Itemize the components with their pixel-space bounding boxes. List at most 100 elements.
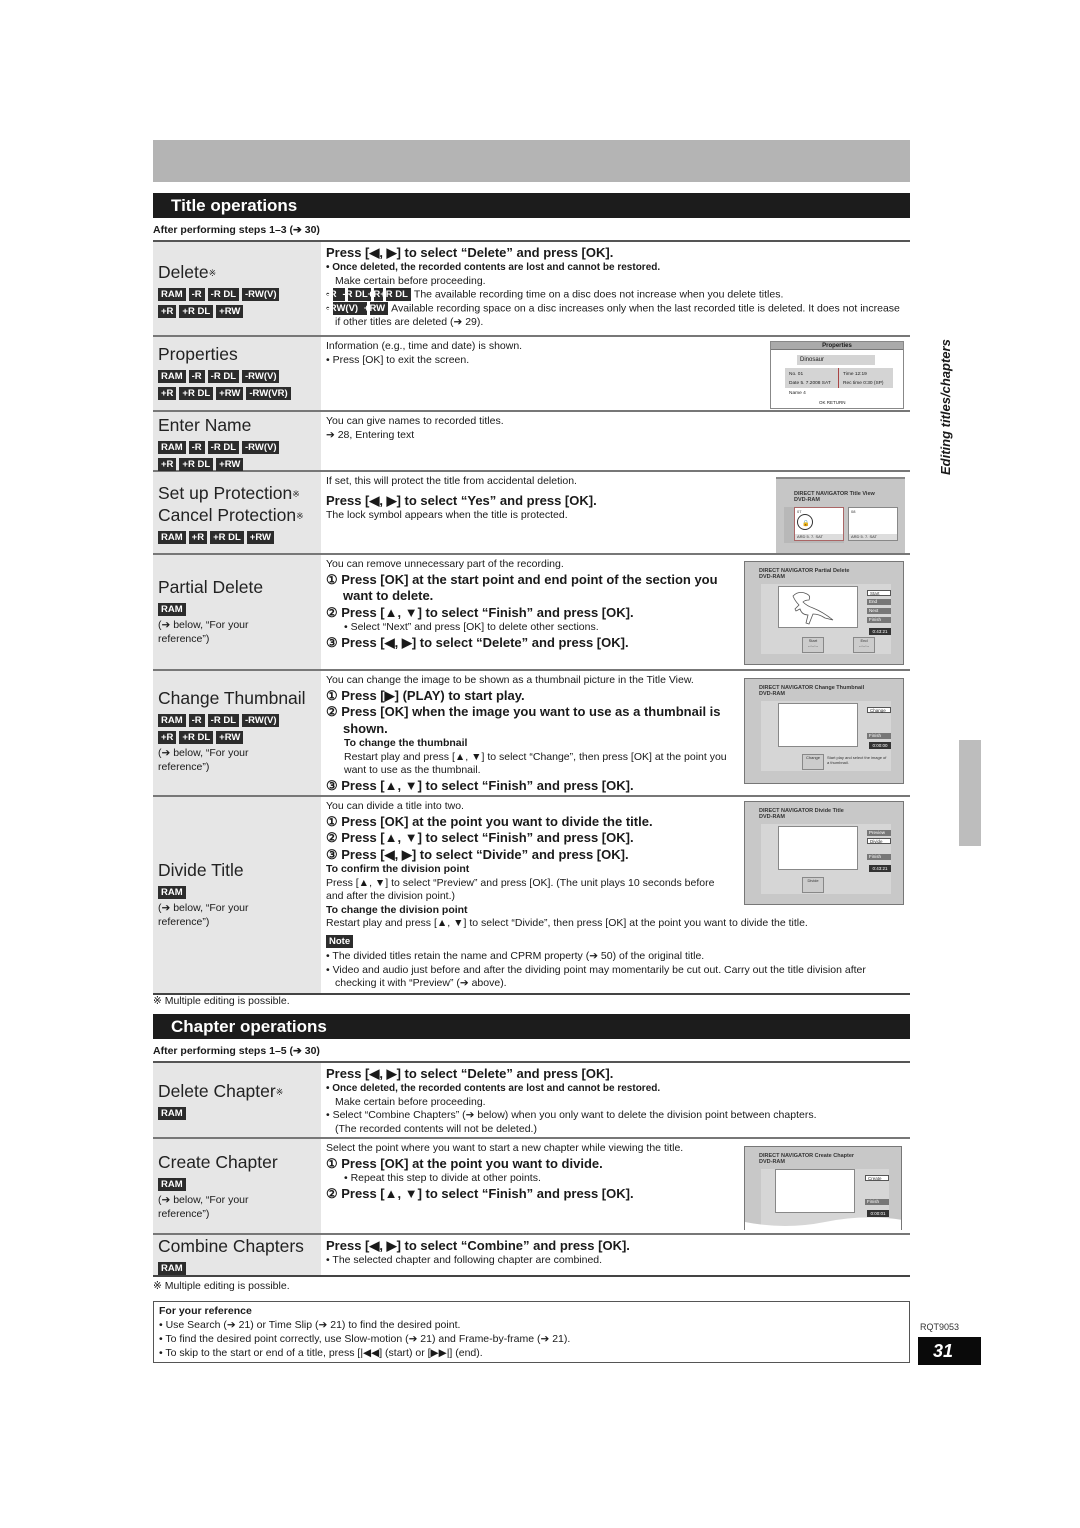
badge: +R <box>158 305 177 319</box>
warning-subtext: Make certain before proceeding. <box>335 274 486 287</box>
badge: -RW(V) <box>242 370 280 384</box>
badge: +R DL <box>179 458 214 472</box>
badge: RAM <box>158 1107 186 1121</box>
row-delete-chapter: Delete Chapter※ RAM Press [◀, ▶] to sele… <box>153 1063 910 1139</box>
combine-chapters-note: • Select “Combine Chapters” (➔ below) wh… <box>326 1109 817 1121</box>
partial-delete-intro: You can remove unnecessary part of the r… <box>326 558 564 570</box>
badge: RAM <box>158 288 186 302</box>
properties-screen-illustration: Properties Dinosaur No. 01 Date 5. 7.2008… <box>770 341 904 409</box>
divide-title-screen-illustration: DIRECT NAVIGATOR Divide Title DVD-RAM Pre… <box>744 801 904 905</box>
badge: -R DL <box>207 288 239 302</box>
screen-hint: Start play and select the image of a thu… <box>827 755 887 765</box>
video-frame <box>778 826 858 870</box>
lock-icon: 🔒 <box>802 521 810 527</box>
disc-badges: RAM <box>158 1176 317 1193</box>
badge: RAM <box>158 603 186 617</box>
op-title-divide-title: Divide Title <box>158 860 244 880</box>
reference-item: • To find the desired point correctly, u… <box>159 1333 571 1345</box>
video-frame <box>778 586 858 628</box>
dinosaur-image <box>792 592 834 625</box>
op-title-cancel-protection: Cancel Protection※ <box>158 505 304 525</box>
badge: -RW(V) <box>242 288 280 302</box>
step-instruction: Press [◀, ▶] to select “Delete” and pres… <box>326 1066 614 1081</box>
reference-link[interactable]: (➔ below, “For your reference”) <box>158 619 268 646</box>
screen-header: DIRECT NAVIGATOR Change Thumbnail DVD-RAM <box>759 685 865 697</box>
badge: -R <box>188 288 205 302</box>
badge: -R <box>188 370 205 384</box>
header-band <box>153 140 910 182</box>
row-delete: Delete※ RAM -R -R DL -RW(V) +R +R DL +RW Pres… <box>153 242 910 337</box>
badge: RAM <box>158 370 186 384</box>
warning-subtext: Make certain before proceeding. <box>335 1095 486 1108</box>
badge: +RW <box>246 531 274 545</box>
badge: RAM <box>158 1178 186 1192</box>
subhead-change-division: To change the division point <box>326 903 468 916</box>
badge: +R <box>158 458 177 472</box>
step-instruction: Press [◀, ▶] to select “Delete” and pres… <box>326 245 614 260</box>
screen-header: DIRECT NAVIGATOR Partial Delete DVD-RAM <box>759 568 850 580</box>
after-steps-note: After performing steps 1–5 (➔ 30) <box>153 1045 320 1057</box>
thumbnail-2: 08 ARD 5. 7. SAT <box>848 507 898 541</box>
op-title-create-chapter: Create Chapter <box>158 1152 278 1172</box>
disc-badges: RAM -R -R DL -RW(V) +R +R DL +RW <box>158 712 317 746</box>
step-1: ① Press [OK] at the start point and end … <box>326 571 718 604</box>
disc-badges: RAM -R -R DL -RW(V) +R +R DL +RW <box>158 286 317 320</box>
screen-header: DIRECT NAVIGATOR Create Chapter DVD-RAM <box>759 1153 855 1165</box>
screen-header: DIRECT NAVIGATOR Title View DVD-RAM <box>794 491 875 503</box>
op-title-change-thumbnail: Change Thumbnail <box>158 688 306 708</box>
screen-header: DIRECT NAVIGATOR Divide Title DVD-RAM <box>759 808 844 820</box>
disc-badges: RAM <box>158 1260 317 1277</box>
title-view-screen-illustration: DIRECT NAVIGATOR Title View DVD-RAM 07 🔒 … <box>776 477 905 553</box>
screen-header: Properties <box>771 342 903 350</box>
confirm-division-text: Press [▲, ▼] to select “Preview” and pre… <box>326 876 715 903</box>
badge: RAM <box>158 1262 186 1276</box>
warning-text: • Once deleted, the recorded contents ar… <box>326 262 661 273</box>
step-instruction: Press [◀, ▶] to select “Combine” and pre… <box>326 1238 630 1253</box>
warning-text: • Once deleted, the recorded contents ar… <box>326 1083 661 1094</box>
note-item: • Video and audio just before and after … <box>326 963 866 990</box>
screen-title-name: Dinosaur <box>797 355 875 365</box>
screen-info: No. 01 Date 5. 7.2008 SAT Name 4 Time 12:1… <box>785 368 893 396</box>
footnote-multiple-editing: ※ Multiple editing is possible. <box>153 995 290 1007</box>
op-title-delete-chapter: Delete Chapter※ <box>158 1081 284 1101</box>
badge: +RW <box>216 305 244 319</box>
badge: +RW <box>216 387 244 401</box>
disc-badges: RAM -R -R DL -RW(V) +R +R DL +RW <box>158 439 317 473</box>
side-tab-label: Editing titles/chapters <box>938 339 953 475</box>
badge: +RW <box>216 731 244 745</box>
change-division-text: Restart play and press [▲, ▼] to select … <box>326 917 808 929</box>
combine-chapters-subnote: (The recorded contents will not be delet… <box>335 1122 537 1135</box>
after-steps-note: After performing steps 1–3 (➔ 30) <box>153 224 320 236</box>
badge: +R DL <box>179 731 214 745</box>
thumbnail-1: 07 🔒 ARD 5. 7. SAT <box>794 507 844 541</box>
step-3: ③ Press [▲, ▼] to select “Finish” and pr… <box>326 777 634 793</box>
bullet-disc-note: • -R-R DL+R+R DLThe available recording … <box>326 288 784 301</box>
for-your-reference-box: For your reference • Use Search (➔ 21) o… <box>153 1301 910 1363</box>
badge: +RW <box>216 458 244 472</box>
section-heading-title-operations: Title operations <box>153 193 910 218</box>
reference-link[interactable]: (➔ below, “For your reference”) <box>158 747 268 774</box>
badge: -R DL <box>207 714 239 728</box>
step-2: ② Press [▲, ▼] to select “Finish” and pr… <box>326 604 634 620</box>
end-box: End --:--:-- <box>853 637 875 653</box>
disc-badges: RAM <box>158 884 317 901</box>
document-code: RQT9053 <box>920 1322 960 1332</box>
badge: -R DL <box>207 441 239 455</box>
change-box: Change <box>802 754 824 770</box>
change-thumbnail-text: Restart play and press [▲, ▼] to select … <box>344 750 727 777</box>
badge: +R DL <box>179 305 214 319</box>
reference-link[interactable]: (➔ below, “For your reference”) <box>158 1194 268 1221</box>
step-2: ② Press [OK] when the image you want to … <box>326 704 721 736</box>
reference-item: • To skip to the start or end of a title… <box>159 1347 483 1359</box>
badge: +R DL <box>210 531 244 545</box>
enter-name-link[interactable]: ➔ 28, Entering text <box>326 429 906 443</box>
reference-link[interactable]: (➔ below, “For your reference”) <box>158 902 268 929</box>
op-title-enter-name: Enter Name <box>158 415 252 435</box>
badge: -R DL <box>207 370 239 384</box>
step-3: ③ Press [◀, ▶] to select “Delete” and pr… <box>326 634 629 650</box>
badge: +R <box>158 387 177 401</box>
badge: +RW <box>364 301 389 315</box>
row-combine-chapters: Combine Chapters RAM Press [◀, ▶] to sel… <box>153 1235 910 1277</box>
subhead-change-thumbnail: To change the thumbnail <box>344 737 468 749</box>
badge: RAM <box>158 441 186 455</box>
